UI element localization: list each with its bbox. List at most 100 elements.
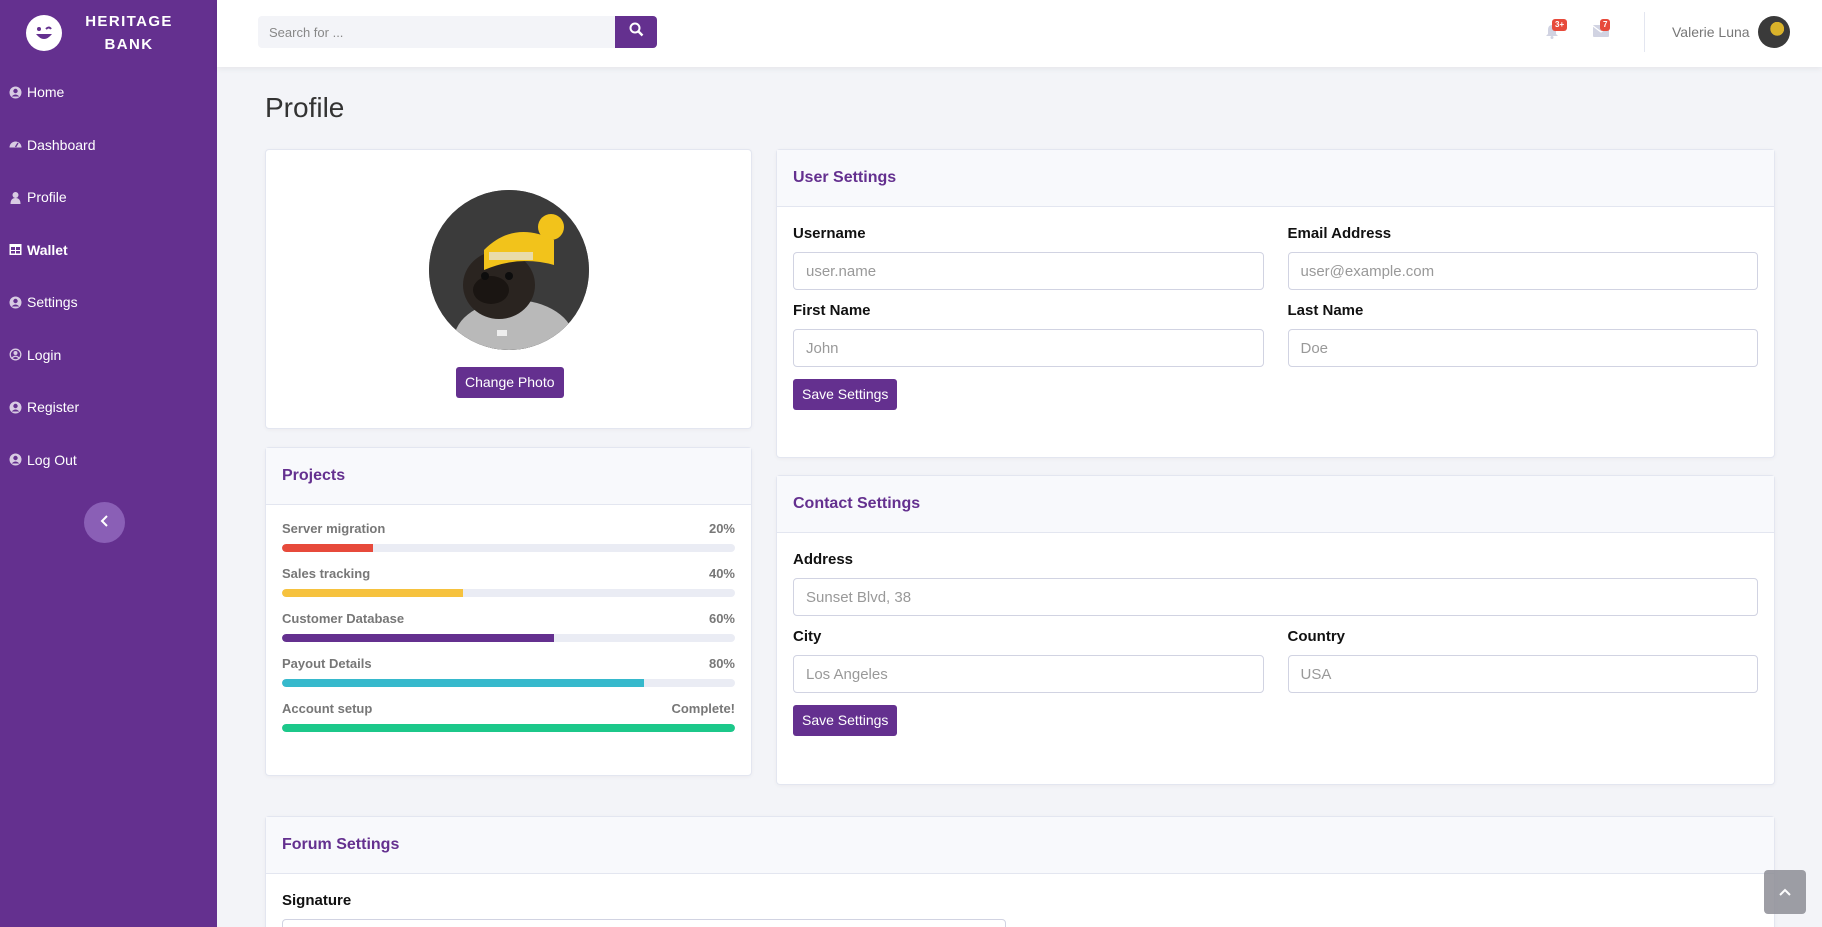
alerts-button[interactable]: 3+	[1545, 19, 1568, 44]
profile-photo-card: Change Photo	[265, 149, 752, 429]
project-name: Server migration	[282, 521, 386, 536]
city-label: City	[793, 628, 822, 645]
sidebar-nav: Home Dashboard Profile Wallet Settings L…	[0, 66, 217, 486]
project-item: Payout Details 80%	[282, 656, 735, 687]
country-label: Country	[1287, 628, 1346, 645]
page-title: Profile	[265, 92, 345, 123]
search-icon	[629, 22, 644, 42]
save-user-settings-button[interactable]: Save Settings	[793, 379, 898, 410]
avatar	[1757, 16, 1790, 48]
sidebar-item-label: Login	[27, 346, 62, 363]
brand[interactable]: HERITAGE BANK	[0, 0, 217, 66]
chevron-left-icon	[100, 514, 110, 532]
project-status: 20%	[708, 521, 735, 536]
project-progress-fill	[282, 589, 464, 597]
last-name-label: Last Name	[1287, 302, 1364, 319]
sidebar-item-label: Register	[27, 399, 80, 416]
forum-settings-title: Forum Settings	[266, 817, 1774, 874]
project-header: Server migration 20%	[282, 521, 735, 536]
project-item: Server migration 20%	[282, 521, 735, 552]
user-name: Valerie Luna	[1672, 24, 1750, 40]
user-circle-icon	[9, 348, 22, 361]
project-progress-fill	[282, 634, 554, 642]
project-progress-fill	[282, 724, 735, 732]
sidebar-item-wallet[interactable]: Wallet	[0, 224, 217, 277]
project-progress-bar	[282, 724, 735, 732]
search-input[interactable]	[258, 16, 615, 48]
sidebar-item-label: Profile	[27, 189, 67, 206]
sidebar-item-label: Settings	[27, 294, 78, 311]
save-contact-settings-button[interactable]: Save Settings	[793, 705, 898, 736]
chevron-up-icon	[1779, 883, 1791, 901]
signature-field[interactable]	[282, 919, 1006, 927]
sidebar-item-home[interactable]: Home	[0, 66, 217, 119]
project-progress-fill	[282, 679, 645, 687]
project-progress-bar	[282, 679, 735, 687]
sidebar-item-profile[interactable]: Profile	[0, 171, 217, 224]
user-circle-icon	[9, 453, 22, 466]
project-item: Sales tracking 40%	[282, 566, 735, 597]
project-progress-fill	[282, 544, 373, 552]
projects-list: Server migration 20% Sales tracking 40% Cust…	[266, 505, 751, 732]
project-header: Customer Database 60%	[282, 611, 735, 626]
search-button[interactable]	[615, 16, 657, 48]
project-name: Account setup	[282, 701, 373, 716]
contact-settings-card: Contact Settings Address City Country Sa…	[776, 475, 1775, 785]
user-icon	[9, 191, 22, 204]
email-label: Email Address	[1287, 225, 1392, 242]
user-circle-icon	[9, 86, 22, 99]
search-form	[258, 16, 657, 48]
project-progress-bar	[282, 634, 735, 642]
user-settings-form: Username Email Address First Name Last N…	[777, 207, 1774, 410]
country-field[interactable]	[1287, 655, 1758, 693]
address-label: Address	[793, 551, 854, 568]
forum-settings-card: Forum Settings Signature	[265, 816, 1775, 927]
project-progress-bar	[282, 544, 735, 552]
first-name-label: First Name	[793, 302, 871, 319]
username-field[interactable]	[793, 252, 1264, 290]
sidebar-item-logout[interactable]: Log Out	[0, 434, 217, 487]
contact-settings-form: Address City Country Save Settings	[777, 533, 1774, 736]
brand-name: HERITAGE BANK	[85, 13, 173, 53]
topbar-divider	[1644, 12, 1645, 52]
profile-photo	[429, 190, 589, 350]
sidebar-item-settings[interactable]: Settings	[0, 276, 217, 329]
last-name-field[interactable]	[1287, 329, 1758, 367]
project-header: Sales tracking 40%	[282, 566, 735, 581]
scroll-to-top-button[interactable]	[1764, 870, 1806, 914]
user-circle-icon	[9, 296, 22, 309]
laugh-wink-icon	[26, 15, 62, 51]
signature-label: Signature	[282, 892, 352, 909]
sidebar-item-login[interactable]: Login	[0, 329, 217, 382]
project-name: Customer Database	[282, 611, 405, 626]
change-photo-button[interactable]: Change Photo	[456, 367, 564, 398]
sidebar-item-dashboard[interactable]: Dashboard	[0, 119, 217, 172]
projects-card: Projects Server migration 20% Sales tracki…	[265, 447, 752, 776]
sidebar-toggle-button[interactable]	[84, 502, 125, 543]
project-header: Account setup Complete!	[282, 701, 735, 716]
project-status: 80%	[708, 656, 735, 671]
topbar: 3+ 7 Valerie Luna	[217, 0, 1822, 67]
projects-title: Projects	[266, 448, 751, 505]
project-status: 60%	[708, 611, 735, 626]
project-progress-bar	[282, 589, 735, 597]
sidebar-item-register[interactable]: Register	[0, 381, 217, 434]
project-name: Sales tracking	[282, 566, 371, 581]
first-name-field[interactable]	[793, 329, 1264, 367]
sidebar-item-label: Dashboard	[27, 136, 96, 153]
project-item: Account setup Complete!	[282, 701, 735, 732]
city-field[interactable]	[793, 655, 1264, 693]
sidebar: HERITAGE BANK Home Dashboard Profile Wal…	[0, 0, 217, 927]
messages-button[interactable]: 7	[1592, 19, 1611, 42]
sidebar-item-label: Log Out	[27, 451, 77, 468]
email-field[interactable]	[1287, 252, 1758, 290]
user-menu[interactable]: Valerie Luna	[1672, 16, 1790, 48]
user-settings-title: User Settings	[777, 150, 1774, 207]
table-icon	[9, 243, 22, 256]
user-settings-card: User Settings Username Email Address Fir…	[776, 149, 1775, 458]
address-field[interactable]	[793, 578, 1758, 616]
project-name: Payout Details	[282, 656, 372, 671]
messages-badge: 7	[1600, 19, 1611, 31]
project-item: Customer Database 60%	[282, 611, 735, 642]
alerts-badge: 3+	[1552, 19, 1568, 31]
